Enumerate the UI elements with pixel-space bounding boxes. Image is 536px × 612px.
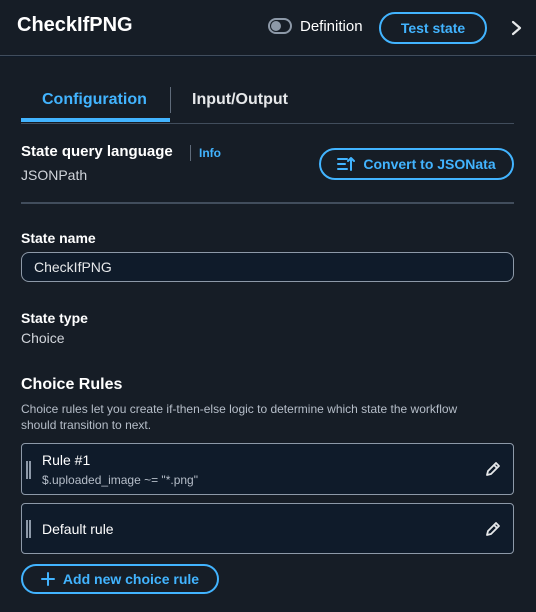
convert-icon (337, 157, 356, 171)
edit-icon[interactable] (485, 461, 501, 477)
rule-title: Default rule (42, 521, 114, 537)
state-name-label: State name (21, 230, 96, 246)
info-separator (190, 145, 191, 161)
chevron-right-icon[interactable] (508, 18, 526, 38)
active-tab-indicator (21, 118, 170, 122)
edit-icon[interactable] (485, 521, 501, 537)
section-divider (21, 202, 514, 204)
definition-toggle[interactable] (268, 18, 292, 34)
state-type-label: State type (21, 310, 88, 326)
query-language-value: JSONPath (21, 167, 88, 183)
plus-icon (40, 572, 55, 586)
info-link[interactable]: Info (199, 146, 221, 160)
add-choice-rule-button[interactable]: Add new choice rule (21, 564, 219, 594)
header: CheckIfPNG Definition Test state (0, 0, 536, 56)
tab-separator (170, 87, 171, 113)
state-type-value: Choice (21, 330, 65, 346)
tab-divider (21, 123, 514, 124)
tab-input-output[interactable]: Input/Output (192, 91, 288, 109)
convert-label: Convert to JSONata (363, 156, 496, 172)
state-name-input[interactable] (21, 252, 514, 282)
definition-toggle-label: Definition (300, 18, 363, 35)
drag-handle-icon[interactable] (26, 520, 32, 538)
convert-to-jsonata-button[interactable]: Convert to JSONata (319, 148, 514, 180)
choice-rule-card[interactable]: Rule #1 $.uploaded_image ~= "*.png" (21, 443, 514, 495)
query-language-label: State query language (21, 143, 173, 160)
rule-title: Rule #1 (42, 452, 91, 468)
tab-configuration[interactable]: Configuration (42, 91, 147, 109)
state-title: CheckIfPNG (17, 14, 133, 36)
toggle-knob (271, 21, 281, 31)
choice-rules-description: Choice rules let you create if-then-else… (21, 402, 458, 432)
test-state-button[interactable]: Test state (379, 12, 487, 44)
rule-expression: $.uploaded_image ~= "*.png" (42, 473, 198, 487)
add-choice-rule-label: Add new choice rule (62, 571, 200, 587)
default-rule-card[interactable]: Default rule (21, 503, 514, 554)
drag-handle-icon[interactable] (26, 461, 32, 479)
choice-rules-heading: Choice Rules (21, 376, 123, 393)
config-panel: Configuration Input/Output State query l… (0, 57, 536, 612)
